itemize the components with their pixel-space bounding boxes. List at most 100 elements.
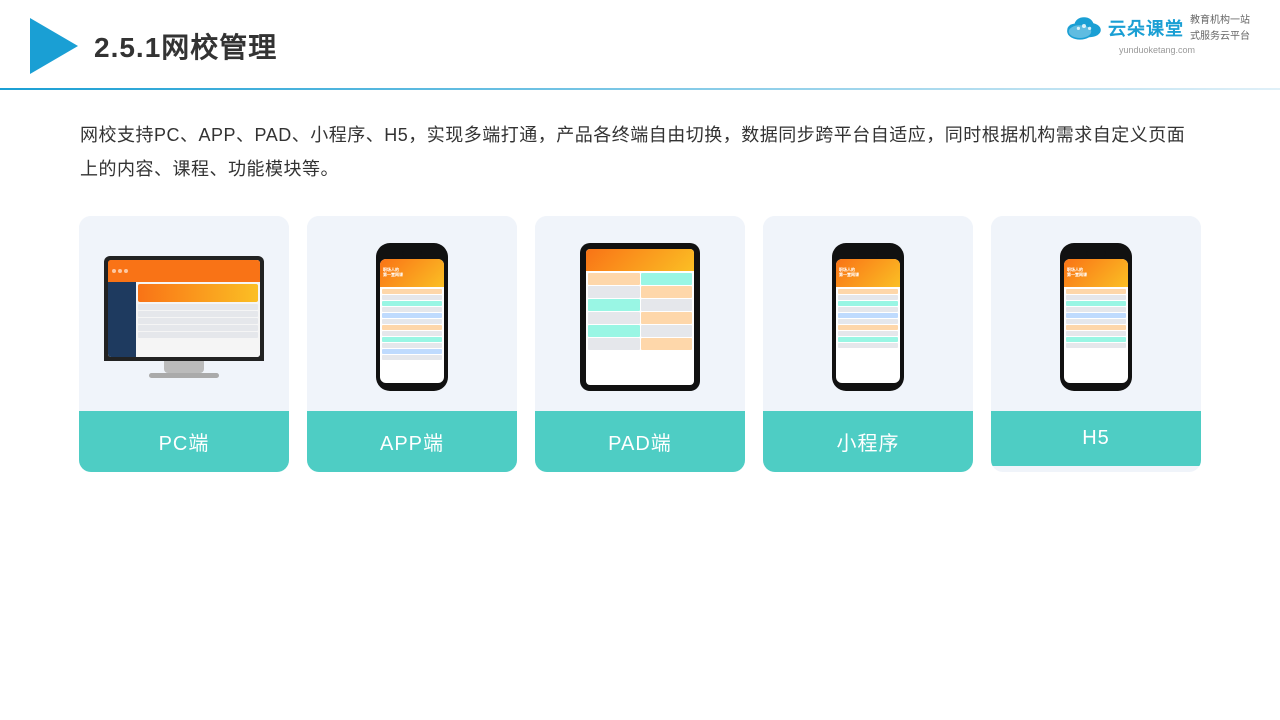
tablet-block-9	[588, 325, 640, 337]
h5-row-7	[1066, 325, 1126, 330]
phone-screen-top-mini: 职场人的第一堂网课	[836, 259, 900, 287]
phone-mockup-h5: 职场人的第一堂网课	[1060, 243, 1132, 391]
h5-row-5	[1066, 313, 1126, 318]
brand-name-text: 云朵课堂	[1108, 15, 1184, 41]
pc-row-4	[138, 325, 258, 331]
phone-row-2	[382, 295, 442, 300]
card-mini-label: 小程序	[763, 411, 973, 472]
tablet-block-6	[641, 299, 693, 311]
mini-row-4	[838, 307, 898, 312]
pc-screen-inner	[108, 260, 260, 357]
tablet-block-7	[588, 312, 640, 324]
phone-screen-top-text-h5: 职场人的第一堂网课	[1067, 268, 1087, 278]
phone-notch-mini	[858, 251, 878, 256]
pc-row-2	[138, 311, 258, 317]
phone-screen-h5: 职场人的第一堂网课	[1064, 259, 1128, 383]
pc-dot-1	[112, 269, 116, 273]
phone-screen-body-mini	[836, 287, 900, 350]
pc-mockup	[99, 256, 269, 378]
tablet-block-5	[588, 299, 640, 311]
phone-row-4	[382, 307, 442, 312]
phone-notch-app	[402, 251, 422, 256]
cards-container: PC端 职场人的第一堂网课	[0, 216, 1280, 472]
pc-dot-2	[118, 269, 122, 273]
description-text: 网校支持PC、APP、PAD、小程序、H5，实现多端打通，产品各终端自由切换，数…	[0, 90, 1280, 206]
phone-mockup-app: 职场人的第一堂网课	[376, 243, 448, 391]
phone-row-8	[382, 331, 442, 336]
brand-url: yunduoketang.com	[1119, 45, 1195, 55]
mini-row-2	[838, 295, 898, 300]
pc-screen-body	[108, 282, 260, 357]
phone-row-3	[382, 301, 442, 306]
phone-row-6	[382, 319, 442, 324]
h5-row-3	[1066, 301, 1126, 306]
pc-stand	[164, 361, 204, 373]
pc-dot-3	[124, 269, 128, 273]
mini-row-9	[838, 337, 898, 342]
phone-screen-app: 职场人的第一堂网课	[380, 259, 444, 383]
card-h5-label: H5	[991, 411, 1201, 466]
card-h5-image: 职场人的第一堂网课	[991, 216, 1201, 411]
tablet-block-10	[641, 325, 693, 337]
phone-row-12	[382, 355, 442, 360]
brand-slogan-line2: 式服务云平台	[1190, 30, 1250, 44]
h5-row-2	[1066, 295, 1126, 300]
mini-row-10	[838, 343, 898, 348]
tablet-block-11	[588, 338, 640, 350]
card-mini: 职场人的第一堂网课 小程	[763, 216, 973, 472]
tablet-block-4	[641, 286, 693, 298]
card-app-image: 职场人的第一堂网课	[307, 216, 517, 411]
pc-banner	[138, 284, 258, 302]
card-pad-label: PAD端	[535, 411, 745, 472]
mini-row-1	[838, 289, 898, 294]
card-mini-image: 职场人的第一堂网课	[763, 216, 973, 411]
pc-screen-bar	[108, 260, 260, 282]
cloud-icon	[1064, 14, 1104, 42]
mini-row-3	[838, 301, 898, 306]
phone-screen-body-app	[380, 287, 444, 362]
phone-screen-top-h5: 职场人的第一堂网课	[1064, 259, 1128, 287]
phone-row-11	[382, 349, 442, 354]
card-pad-image	[535, 216, 745, 411]
tablet-screen-body	[586, 271, 694, 352]
tablet-mockup	[580, 243, 700, 391]
phone-mockup-mini: 职场人的第一堂网课	[832, 243, 904, 391]
tablet-block-3	[588, 286, 640, 298]
phone-row-9	[382, 337, 442, 342]
phone-screen-mini: 职场人的第一堂网课	[836, 259, 900, 383]
pc-dots	[112, 269, 128, 273]
card-pc-label: PC端	[79, 411, 289, 472]
phone-row-10	[382, 343, 442, 348]
mini-row-5	[838, 313, 898, 318]
card-app-label: APP端	[307, 411, 517, 472]
logo-triangle-icon	[30, 18, 78, 74]
brand-name-row: 云朵课堂 教育机构一站 式服务云平台	[1064, 12, 1250, 44]
phone-screen-top-text-app: 职场人的第一堂网课	[383, 268, 403, 278]
card-pc: PC端	[79, 216, 289, 472]
phone-screen-top-app: 职场人的第一堂网课	[380, 259, 444, 287]
tablet-block-1	[588, 273, 640, 285]
pc-rows	[138, 304, 258, 338]
card-app: 职场人的第一堂网课	[307, 216, 517, 472]
tablet-screen-top	[586, 249, 694, 271]
phone-screen-body-h5	[1064, 287, 1128, 350]
pc-row-1	[138, 304, 258, 310]
h5-row-8	[1066, 331, 1126, 336]
h5-row-1	[1066, 289, 1126, 294]
h5-row-6	[1066, 319, 1126, 324]
card-pad: PAD端	[535, 216, 745, 472]
brand-logo: 云朵课堂 教育机构一站 式服务云平台 yunduoketang.com	[1064, 12, 1250, 55]
pc-screen-outer	[104, 256, 264, 361]
tablet-block-8	[641, 312, 693, 324]
phone-notch-h5	[1086, 251, 1106, 256]
h5-row-10	[1066, 343, 1126, 348]
phone-row-1	[382, 289, 442, 294]
pc-main	[136, 282, 260, 357]
mini-row-6	[838, 319, 898, 324]
phone-screen-top-text-mini: 职场人的第一堂网课	[839, 268, 859, 278]
brand-slogan-line1: 教育机构一站	[1190, 14, 1250, 28]
tablet-screen	[586, 249, 694, 385]
header: 2.5.1网校管理 云朵课堂 教育机构一站 式服务云平台 yunduoketan…	[0, 0, 1280, 74]
phone-row-7	[382, 325, 442, 330]
card-h5: 职场人的第一堂网课 H5	[991, 216, 1201, 472]
